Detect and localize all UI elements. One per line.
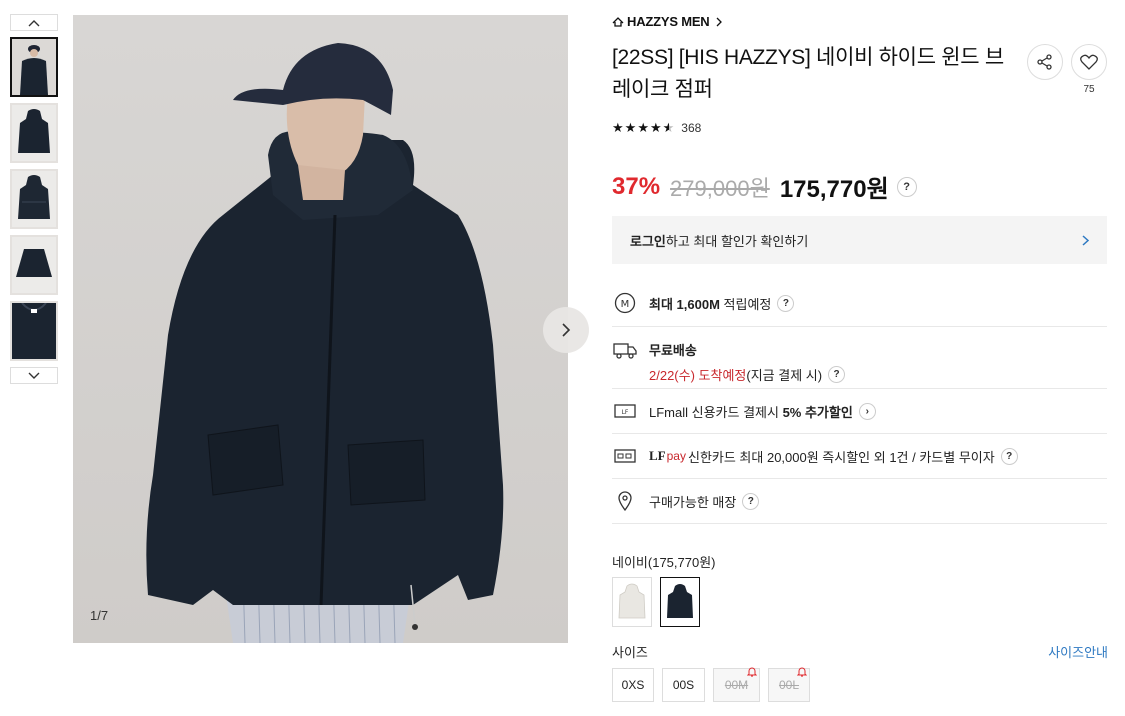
original-price: 279,000원 bbox=[670, 175, 770, 201]
half-star-icon: ★ bbox=[662, 120, 675, 135]
thumbnail-down-button[interactable] bbox=[10, 367, 58, 384]
thumbnail-3[interactable] bbox=[10, 169, 58, 229]
lfpay-logo: LFpay bbox=[649, 448, 686, 463]
arrival-date: 2/22(수) 도착예정 bbox=[649, 368, 747, 383]
svg-text:M: M bbox=[621, 299, 630, 310]
next-image-button[interactable] bbox=[543, 307, 589, 353]
brand-link[interactable]: HAZZYS MEN bbox=[612, 14, 722, 29]
thumbnail-4[interactable] bbox=[10, 235, 58, 295]
mileage-icon: M bbox=[612, 292, 638, 314]
benefit-store: 구매가능한 매장 ? bbox=[612, 479, 1107, 524]
final-price: 175,770원 bbox=[779, 176, 889, 203]
card-icon bbox=[612, 448, 638, 464]
lfpay-text: 신한카드 최대 20,000원 즉시할인 외 1건 / 카드별 무이자 bbox=[687, 449, 995, 465]
share-button[interactable] bbox=[1027, 44, 1063, 80]
like-button[interactable] bbox=[1071, 44, 1107, 80]
location-pin-icon bbox=[612, 491, 638, 511]
benefit-lfmall-card[interactable]: LF LFmall 신용카드 결제시 5% 추가할인 › bbox=[612, 389, 1107, 434]
star-icon: ★ bbox=[612, 120, 624, 135]
svg-text:LF: LF bbox=[622, 409, 629, 416]
benefit-lfpay: LFpay 신한카드 최대 20,000원 즉시할인 외 1건 / 카드별 무이… bbox=[612, 434, 1107, 479]
star-icon: ★ bbox=[649, 120, 662, 135]
store-text: 구매가능한 매장 bbox=[649, 494, 737, 510]
bell-icon bbox=[797, 667, 807, 677]
login-discount-banner[interactable]: 로그인하고 최대 할인가 확인하기 bbox=[612, 216, 1107, 264]
shipping-title: 무료배송 bbox=[649, 343, 697, 358]
color-swatch-ivory[interactable] bbox=[612, 577, 652, 627]
star-icon: ★ bbox=[637, 120, 649, 135]
star-rating: ★ ★ ★ ★ ★ bbox=[612, 121, 675, 135]
review-count: 368 bbox=[681, 121, 702, 135]
chevron-right-icon bbox=[716, 17, 722, 27]
arrival-note: (지금 결제 시) bbox=[746, 368, 823, 383]
rating-row[interactable]: ★ ★ ★ ★ ★ 368 bbox=[612, 121, 702, 136]
shipping-help-icon[interactable]: ? bbox=[828, 366, 846, 383]
discount-rate: 37% bbox=[612, 172, 661, 200]
product-title: [22SS] [HIS HAZZYS] 네이비 하이드 윈드 브레이크 점퍼 bbox=[612, 46, 1004, 101]
bell-icon bbox=[747, 667, 757, 677]
price-help-icon[interactable]: ? bbox=[896, 176, 917, 197]
lfpay-help-icon[interactable]: ? bbox=[1000, 447, 1018, 465]
heart-icon bbox=[1080, 54, 1098, 70]
store-help-icon[interactable]: ? bbox=[742, 492, 760, 510]
size-option[interactable]: 0XS bbox=[612, 668, 654, 702]
size-option-soldout[interactable]: 00M bbox=[713, 667, 760, 702]
chevron-right-icon[interactable]: › bbox=[858, 402, 876, 420]
mileage-help-icon[interactable]: ? bbox=[777, 294, 795, 312]
price-row: 37% 279,000원 175,770원 ? bbox=[612, 169, 917, 204]
star-icon: ★ bbox=[624, 120, 637, 135]
benefit-shipping: 무료배송 2/22(수) 도착예정 (지금 결제 시) ? bbox=[612, 327, 1107, 389]
image-counter: 1/7 bbox=[90, 608, 109, 623]
login-banner-text: 로그인하고 최대 할인가 확인하기 bbox=[630, 233, 809, 249]
credit-card-icon: LF bbox=[612, 403, 638, 419]
size-guide-link[interactable]: 사이즈안내 bbox=[1048, 642, 1108, 661]
chevron-right-icon bbox=[562, 323, 571, 337]
size-option[interactable]: 00S bbox=[662, 668, 705, 702]
size-option-soldout[interactable]: 00L bbox=[768, 667, 810, 702]
jacket-ivory-image bbox=[618, 583, 646, 619]
chevron-right-icon bbox=[1082, 234, 1089, 246]
benefit-mileage: M 최대 1,600M 적립예정 ? bbox=[612, 280, 1107, 327]
thumbnail-5[interactable] bbox=[10, 301, 58, 361]
like-count: 75 bbox=[1083, 84, 1095, 95]
thumbnail-list bbox=[10, 14, 60, 384]
main-product-image: 1/7 bbox=[73, 15, 568, 643]
jacket-navy-image bbox=[667, 584, 693, 618]
share-icon bbox=[1037, 54, 1052, 70]
thumbnail-2[interactable] bbox=[10, 103, 58, 163]
chevron-up-icon bbox=[28, 19, 40, 26]
color-swatch-navy[interactable] bbox=[660, 577, 700, 627]
color-label: 네이비(175,770원) bbox=[612, 555, 716, 570]
size-label: 사이즈 bbox=[612, 645, 648, 660]
thumbnail-up-button[interactable] bbox=[10, 14, 58, 31]
brand-name: HAZZYS MEN bbox=[627, 14, 710, 29]
thumbnail-1[interactable] bbox=[10, 37, 58, 97]
truck-icon bbox=[612, 341, 638, 359]
home-icon bbox=[612, 16, 624, 27]
chevron-down-icon bbox=[28, 372, 40, 379]
